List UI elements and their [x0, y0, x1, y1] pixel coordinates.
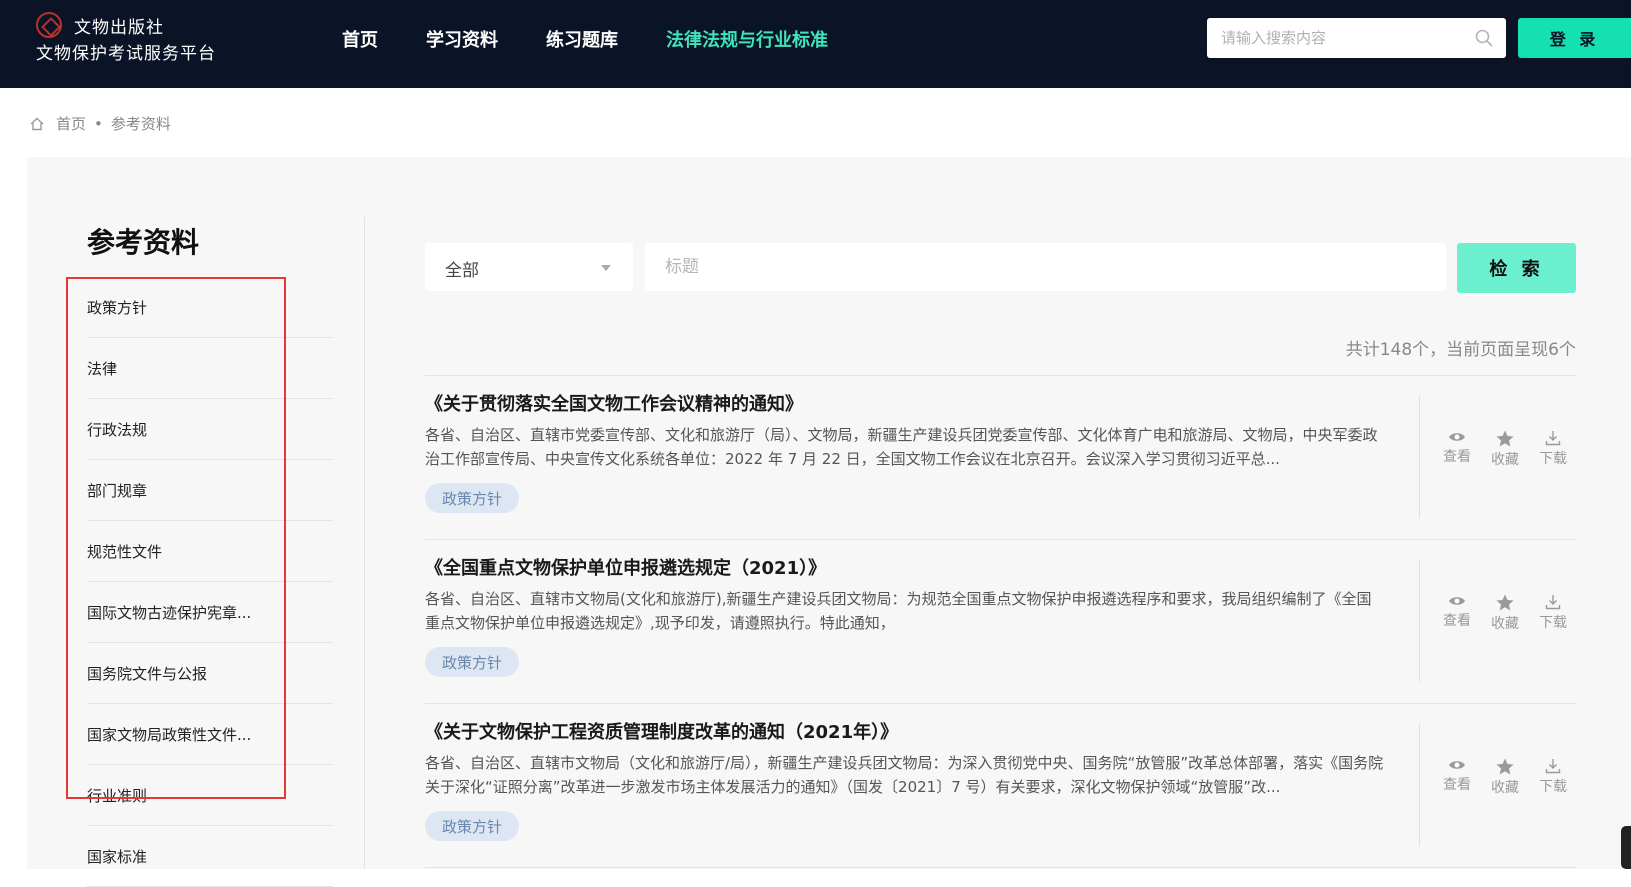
nav-laws-standards[interactable]: 法律法规与行业标准	[666, 26, 828, 52]
article-divider	[1419, 724, 1420, 846]
star-icon	[1496, 758, 1514, 775]
article-description: 各省、自治区、直辖市文物局（文化和旅游厅/局），新疆生产建设兵团文物局：为深入贯…	[425, 754, 1384, 796]
article-title[interactable]: 《全国重点文物保护单位申报遴选规定（2021）》	[425, 554, 826, 580]
article-description: 各省、自治区、直辖市文物局(文化和旅游厅),新疆生产建设兵团文物局：为规范全国重…	[425, 590, 1372, 632]
view-button[interactable]: 查看	[1437, 430, 1477, 466]
main-panel: 参考资料 政策方针 法律 行政法规 部门规章 规范性文件 国际文物古迹保护宪章.…	[27, 157, 1631, 887]
main-nav: 首页 学习资料 练习题库 法律法规与行业标准	[342, 26, 876, 52]
nav-question-bank[interactable]: 练习题库	[546, 26, 618, 52]
view-label: 查看	[1443, 777, 1471, 793]
download-icon	[1545, 431, 1561, 446]
star-icon	[1496, 594, 1514, 611]
article-description: 各省、自治区、直辖市党委宣传部、文化和旅游厅（局）、文物局，新疆生产建设兵团党委…	[425, 426, 1378, 468]
breadcrumb: 首页 • 参考资料	[30, 113, 171, 134]
favorite-label: 收藏	[1491, 616, 1519, 632]
category-select-value: 全部	[445, 261, 479, 281]
download-label: 下载	[1539, 451, 1567, 467]
favorite-button[interactable]: 收藏	[1485, 430, 1525, 469]
sidebar-title: 参考资料	[87, 226, 200, 259]
result-count: 共计148个，当前页面呈现6个	[1345, 340, 1576, 360]
eye-icon	[1449, 761, 1465, 769]
download-button[interactable]: 下载	[1533, 430, 1573, 468]
article-title[interactable]: 《关于贯彻落实全国文物工作会议精神的通知》	[425, 390, 803, 416]
star-icon	[1496, 430, 1514, 447]
breadcrumb-current: 参考资料	[110, 115, 171, 133]
breadcrumb-separator: •	[94, 114, 103, 133]
header-search	[1207, 18, 1506, 58]
article-tag[interactable]: 政策方针	[425, 647, 520, 677]
view-button[interactable]: 查看	[1437, 594, 1477, 630]
download-label: 下载	[1539, 615, 1567, 631]
chevron-down-icon	[601, 265, 611, 271]
article-tag[interactable]: 政策方针	[425, 811, 520, 841]
nav-study-materials[interactable]: 学习资料	[426, 26, 498, 52]
nav-home[interactable]: 首页	[342, 26, 378, 52]
favorite-label: 收藏	[1491, 452, 1519, 468]
eye-icon	[1449, 597, 1465, 605]
logo-publisher-name: 文物出版社	[74, 17, 164, 38]
view-label: 查看	[1443, 449, 1471, 465]
top-navbar: 文物出版社 文物保护考试服务平台 首页 学习资料 练习题库 法律法规与行业标准 …	[0, 0, 1631, 88]
list-item: 《关于文物保护工程资质管理制度改革的通知（2021年）》 各省、自治区、直辖市文…	[425, 704, 1576, 868]
download-button[interactable]: 下载	[1533, 758, 1573, 796]
column-divider	[364, 217, 365, 869]
search-button[interactable]: 检 索	[1457, 243, 1576, 293]
article-title[interactable]: 《关于文物保护工程资质管理制度改革的通知（2021年）》	[425, 718, 898, 744]
title-search-input[interactable]	[645, 243, 1446, 291]
seal-logo-icon	[36, 12, 62, 38]
download-icon	[1545, 595, 1561, 610]
eye-icon	[1449, 433, 1465, 441]
download-icon	[1545, 759, 1561, 774]
logo[interactable]: 文物出版社	[36, 12, 164, 38]
home-icon	[30, 117, 44, 130]
breadcrumb-home[interactable]: 首页	[56, 113, 86, 134]
category-select[interactable]: 全部	[425, 243, 633, 291]
logo-platform-name: 文物保护考试服务平台	[36, 44, 216, 64]
list-item: 《关于贯彻落实全国文物工作会议精神的通知》 各省、自治区、直辖市党委宣传部、文化…	[425, 376, 1576, 540]
favorite-label: 收藏	[1491, 780, 1519, 796]
article-divider	[1419, 396, 1420, 518]
search-icon[interactable]	[1474, 28, 1494, 48]
header-search-input[interactable]	[1207, 18, 1457, 58]
article-divider	[1419, 560, 1420, 682]
login-button[interactable]: 登 录	[1518, 18, 1631, 58]
scrollbar-handle[interactable]	[1621, 826, 1631, 869]
download-label: 下载	[1539, 779, 1567, 795]
list-item: 《全国重点文物保护单位申报遴选规定（2021）》 各省、自治区、直辖市文物局(文…	[425, 540, 1576, 704]
favorite-button[interactable]: 收藏	[1485, 594, 1525, 633]
favorite-button[interactable]: 收藏	[1485, 758, 1525, 797]
view-button[interactable]: 查看	[1437, 758, 1477, 794]
article-tag[interactable]: 政策方针	[425, 483, 520, 513]
sidebar-highlight-box	[66, 277, 286, 799]
download-button[interactable]: 下载	[1533, 594, 1573, 632]
view-label: 查看	[1443, 613, 1471, 629]
sidebar-item-national-standards[interactable]: 国家标准	[87, 826, 333, 887]
